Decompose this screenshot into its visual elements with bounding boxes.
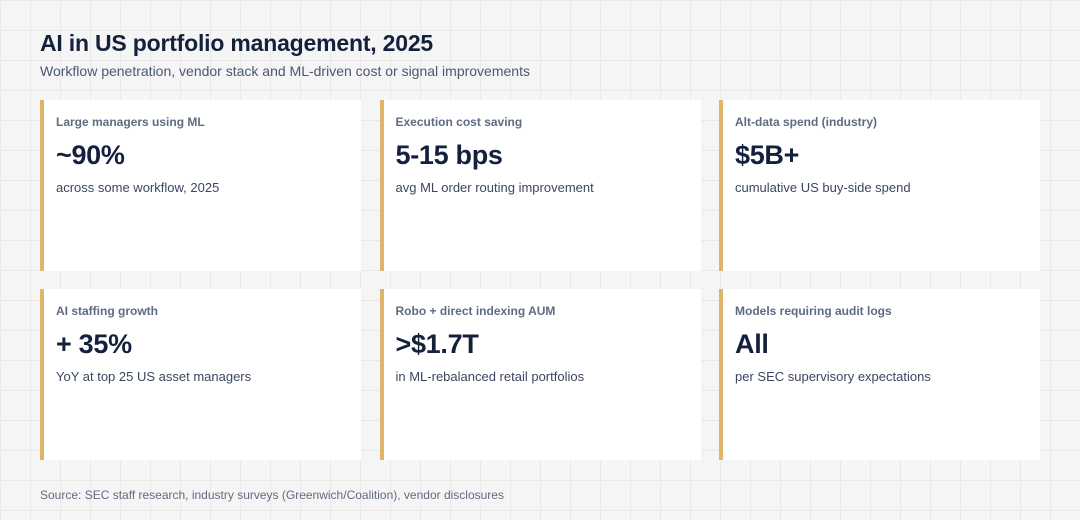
stat-card-staffing-growth: AI staffing growth + 35% YoY at top 25 U… (40, 289, 361, 460)
stat-card-description: YoY at top 25 US asset managers (56, 369, 252, 384)
stat-card-value: $5B+ (735, 140, 800, 170)
stat-card-label: Robo + direct indexing AUM (395, 304, 556, 318)
stat-card-value: 5-15 bps (395, 140, 503, 170)
source-note: Source: SEC staff research, industry sur… (40, 488, 504, 502)
stat-card-label: Models requiring audit logs (735, 304, 892, 318)
stat-card-label: Execution cost saving (395, 115, 523, 129)
stat-card-description: cumulative US buy-side spend (735, 180, 911, 195)
stat-card-description: across some workflow, 2025 (56, 180, 220, 195)
stat-card-description: avg ML order routing improvement (395, 180, 594, 195)
stat-card-label: Alt-data spend (industry) (735, 115, 878, 129)
stat-card-value: >$1.7T (395, 329, 479, 359)
stat-card-value: + 35% (56, 329, 132, 359)
stat-card-audit-logs: Models requiring audit logs All per SEC … (719, 289, 1040, 460)
stat-card-grid: Large managers using ML ~90% across some… (40, 100, 1040, 460)
stat-card-description: per SEC supervisory expectations (735, 369, 931, 384)
stat-card-value: All (735, 329, 769, 359)
stat-card-alt-data-spend: Alt-data spend (industry) $5B+ cumulativ… (719, 100, 1040, 271)
page-subtitle: Workflow penetration, vendor stack and M… (40, 63, 530, 79)
stat-card-ml-usage: Large managers using ML ~90% across some… (40, 100, 361, 271)
stat-card-label: AI staffing growth (56, 304, 158, 318)
stat-card-execution-cost: Execution cost saving 5-15 bps avg ML or… (379, 100, 701, 271)
page-title: AI in US portfolio management, 2025 (40, 30, 434, 56)
stat-card-description: in ML-rebalanced retail portfolios (395, 369, 585, 384)
stat-card-robo-aum: Robo + direct indexing AUM >$1.7T in ML-… (379, 289, 701, 460)
stat-card-label: Large managers using ML (56, 115, 205, 129)
stat-card-value: ~90% (56, 140, 125, 170)
